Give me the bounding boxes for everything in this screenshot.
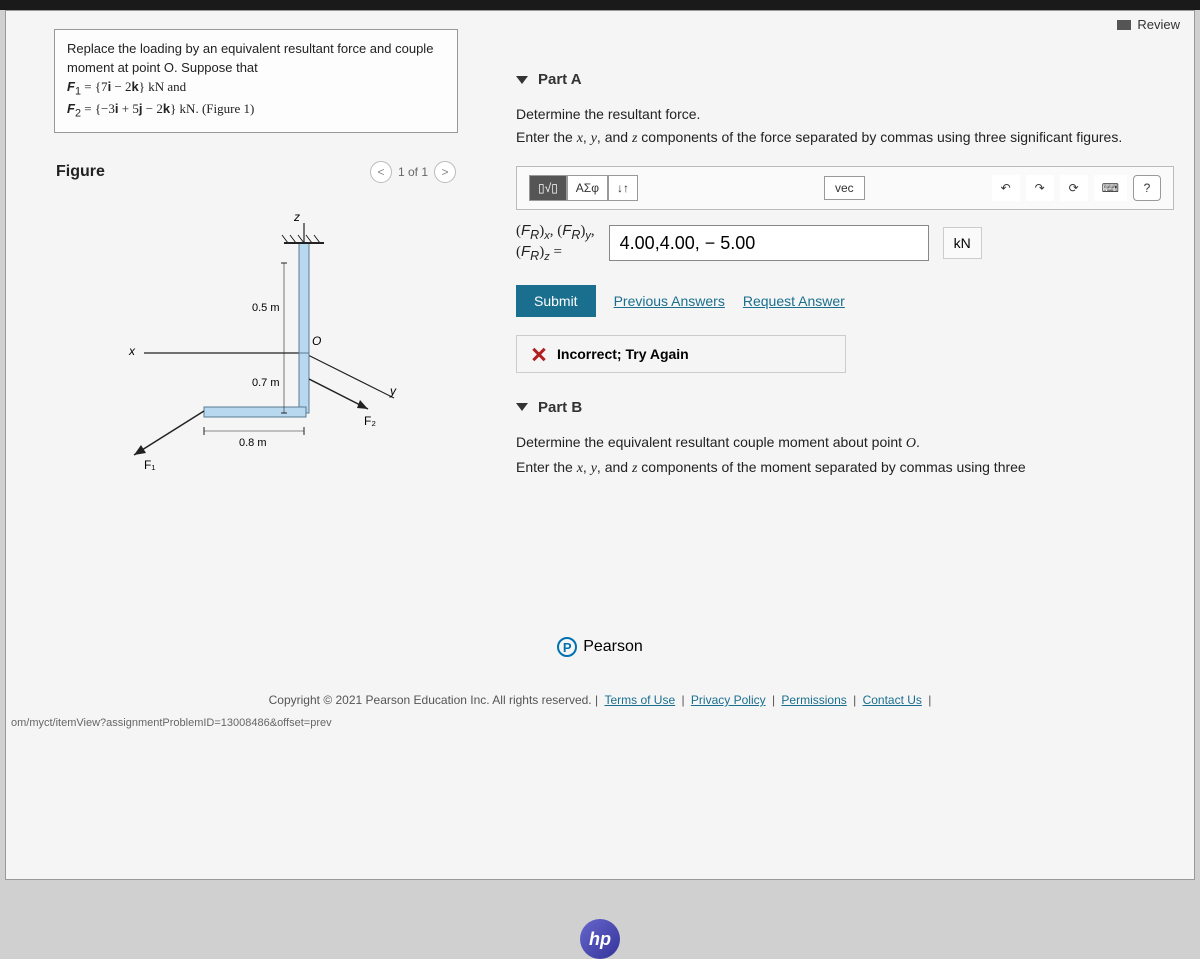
answer-unit: kN xyxy=(943,227,982,259)
right-column: Part A Determine the resultant force. En… xyxy=(476,11,1194,631)
collapse-icon xyxy=(516,403,528,411)
dim-08: 0.8 m xyxy=(239,437,267,449)
figure-page-label: 1 of 1 xyxy=(398,165,428,179)
reset-button[interactable]: ⟳ xyxy=(1060,175,1088,201)
templates-button[interactable]: ▯√▯ xyxy=(529,175,567,201)
answer-input[interactable] xyxy=(609,225,929,261)
problem-line1: Replace the loading by an equivalent res… xyxy=(67,41,433,75)
dim-07: 0.7 m xyxy=(252,377,280,389)
figure-next-button[interactable]: > xyxy=(434,161,456,183)
help-button[interactable]: ? xyxy=(1133,175,1161,201)
footer-link-terms[interactable]: Terms of Use xyxy=(604,693,675,707)
submit-row: Submit Previous Answers Request Answer xyxy=(516,285,1174,317)
previous-answers-link[interactable]: Previous Answers xyxy=(614,293,725,309)
figure-prev-button[interactable]: < xyxy=(370,161,392,183)
footer-link-contact[interactable]: Contact Us xyxy=(863,693,922,707)
feedback-box: Incorrect; Try Again xyxy=(516,335,846,373)
problem-line2: F1 = {7i − 2k} kN and xyxy=(67,79,186,94)
pearson-label: Pearson xyxy=(583,638,643,656)
footer-link-permissions[interactable]: Permissions xyxy=(781,693,846,707)
part-a-title: Part A xyxy=(538,71,582,88)
answer-toolbar: ▯√▯ ΑΣφ ↓↑ vec ↶ ↷ ⟳ ⌨ ? xyxy=(516,166,1174,210)
incorrect-icon xyxy=(531,346,547,362)
vec-button[interactable]: vec xyxy=(824,176,865,200)
collapse-icon xyxy=(516,76,528,84)
part-b-instruction: Enter the x, y, and z components of the … xyxy=(516,458,1174,478)
part-b-header[interactable]: Part B xyxy=(516,399,1174,416)
status-url: om/myct/itemView?assignmentProblemID=130… xyxy=(6,713,1194,729)
undo-button[interactable]: ↶ xyxy=(992,175,1020,201)
origin-label: O xyxy=(312,334,321,348)
browser-tabbar xyxy=(0,0,1200,10)
force-f1-label: F₁ xyxy=(144,458,155,472)
left-column: Replace the loading by an equivalent res… xyxy=(6,11,476,631)
footer: Copyright © 2021 Pearson Education Inc. … xyxy=(6,663,1194,713)
dim-05: 0.5 m xyxy=(252,302,280,314)
keyboard-button[interactable]: ⌨ xyxy=(1094,175,1127,201)
part-a-instruction: Enter the x, y, and z components of the … xyxy=(516,128,1174,148)
axis-x-label: x xyxy=(128,344,136,358)
request-answer-link[interactable]: Request Answer xyxy=(743,293,845,309)
figure-title: Figure xyxy=(56,163,105,181)
redo-button[interactable]: ↷ xyxy=(1026,175,1054,201)
problem-statement: Replace the loading by an equivalent res… xyxy=(54,29,458,133)
symbols-button[interactable]: ΑΣφ xyxy=(567,175,608,201)
figure-diagram: z y x O xyxy=(54,193,458,496)
footer-link-privacy[interactable]: Privacy Policy xyxy=(691,693,766,707)
axis-z-label: z xyxy=(293,210,300,224)
feedback-text: Incorrect; Try Again xyxy=(557,346,689,362)
part-b-title: Part B xyxy=(538,399,582,416)
answer-variable-label: (FR)x, (FR)y, (FR)z = xyxy=(516,222,595,264)
submit-button[interactable]: Submit xyxy=(516,285,596,317)
pearson-brand: P Pearson xyxy=(6,631,1194,663)
copyright-text: Copyright © 2021 Pearson Education Inc. … xyxy=(269,693,592,707)
force-f2-label: F₂ xyxy=(364,414,376,428)
hp-logo-icon: hp xyxy=(580,919,620,959)
pearson-icon: P xyxy=(557,637,577,657)
axis-y-label: y xyxy=(389,384,397,398)
updown-button[interactable]: ↓↑ xyxy=(608,175,638,201)
part-a-header[interactable]: Part A xyxy=(516,71,1174,88)
figure-pager: < 1 of 1 > xyxy=(370,161,456,183)
part-a-determine: Determine the resultant force. xyxy=(516,106,1174,122)
page-container: Review Replace the loading by an equival… xyxy=(5,10,1195,880)
part-b-determine: Determine the equivalent resultant coupl… xyxy=(516,434,1174,452)
problem-line3: F2 = {−3i + 5j − 2k} kN. (Figure 1) xyxy=(67,101,254,116)
answer-row: (FR)x, (FR)y, (FR)z = kN xyxy=(516,222,1174,264)
figure-header: Figure < 1 of 1 > xyxy=(54,155,458,193)
